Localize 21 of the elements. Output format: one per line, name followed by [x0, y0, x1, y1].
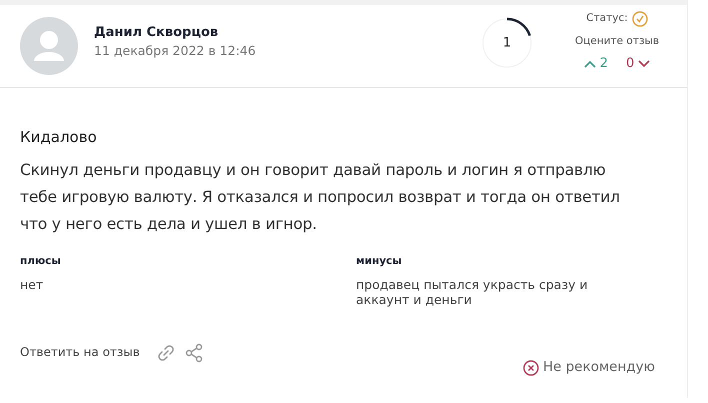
avatar-icon [20, 17, 78, 75]
rating-ring [481, 17, 533, 69]
downvote-button[interactable]: 0 [626, 54, 650, 74]
pros-heading: плюсы [20, 254, 62, 268]
status-label: Статус: [586, 10, 628, 26]
rating-value: 1 [502, 34, 512, 52]
chevron-down-icon [638, 60, 650, 68]
cons-text: продавец пытался украсть сразу и аккаунт и деньги [356, 277, 589, 308]
chevron-up-icon [584, 60, 596, 68]
vote-prompt: Оцените отзыв [574, 34, 660, 50]
link-icon[interactable] [156, 343, 176, 364]
cons-heading: минусы [356, 254, 403, 268]
reply-link[interactable]: Ответить на отзыв [20, 343, 140, 362]
review-text: Скинул деньги продавцу и он говорит давай пароль и логин я отправлю тебе игровую валюту. Я отказался и попросил возврат и тогда он ответил что у него есть дела и ушел в игнор. [20, 160, 621, 234]
verdict-label: Не рекомендую [542, 358, 655, 378]
author-name: Данил Скворцов [94, 24, 220, 42]
share-icon[interactable] [184, 343, 204, 364]
pros-text: нет [20, 277, 44, 292]
review-date: 11 декабря 2022 в 12:46 [94, 42, 257, 60]
upvote-button[interactable]: 2 [584, 54, 608, 74]
review-title: Кидалово [20, 127, 98, 148]
